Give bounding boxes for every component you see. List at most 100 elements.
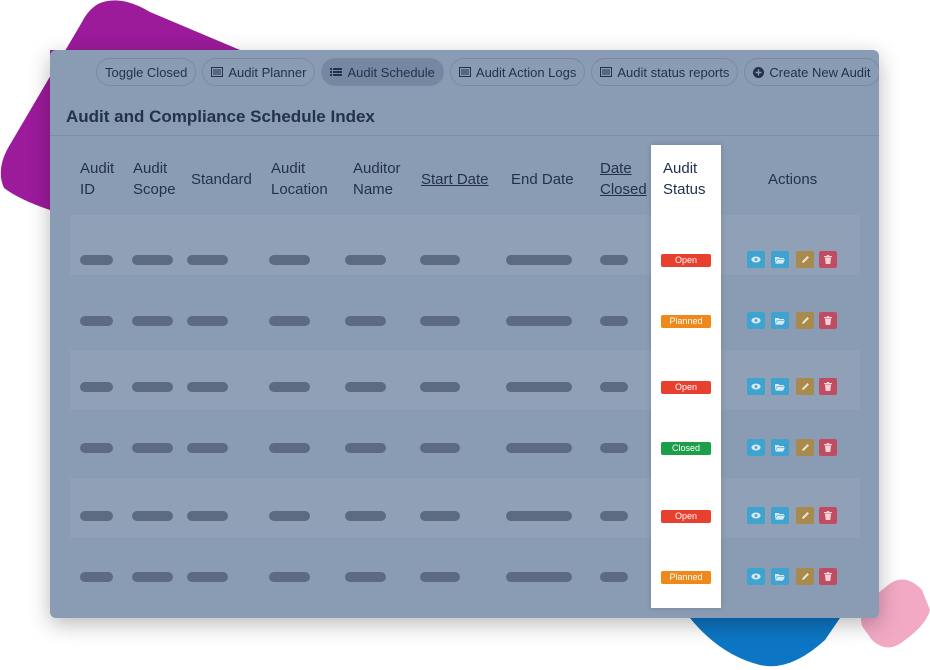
eye-icon: [751, 256, 761, 263]
toolbar-button-label: Audit Action Logs: [475, 64, 577, 80]
redacted-cell-placeholder: [80, 316, 113, 326]
list-alt-icon: [600, 67, 613, 77]
column-header-line: Audit: [271, 160, 306, 177]
page-title: Audit and Compliance Schedule Index: [66, 107, 375, 126]
redacted-cell-placeholder: [187, 443, 228, 453]
redacted-cell-placeholder: [132, 443, 173, 453]
column-header-end-date: End Date: [511, 169, 574, 190]
folder-button[interactable]: [771, 251, 789, 268]
table-row-background: [70, 350, 860, 410]
redacted-cell-placeholder: [345, 572, 386, 582]
list-alt-icon: [458, 67, 471, 77]
column-header-line: Actions: [768, 171, 818, 188]
redacted-cell-placeholder: [345, 316, 386, 326]
edit-button[interactable]: [796, 507, 814, 524]
toolbar-button-create-new-audit[interactable]: Create New Audit: [744, 58, 879, 86]
folder-button[interactable]: [771, 568, 789, 585]
column-header-start-date[interactable]: Start Date: [421, 169, 489, 190]
view-button[interactable]: [747, 378, 765, 395]
redacted-cell-placeholder: [420, 511, 460, 521]
column-header-audit-status: Audit Status: [663, 158, 706, 200]
view-button[interactable]: [747, 568, 765, 585]
redacted-cell-placeholder: [80, 511, 113, 521]
folder-button[interactable]: [771, 312, 789, 329]
status-badge: Open: [661, 510, 711, 523]
view-button[interactable]: [747, 507, 765, 524]
redacted-cell-placeholder: [132, 255, 173, 265]
redacted-cell-placeholder: [506, 572, 572, 582]
trash-icon: [824, 572, 832, 581]
redacted-cell-placeholder: [80, 382, 113, 392]
column-header-line: Location: [271, 181, 328, 198]
edit-button[interactable]: [796, 312, 814, 329]
status-badge: Open: [661, 381, 711, 394]
toolbar: Toggle Closed Audit Planner Audit Schedule…: [96, 58, 879, 88]
toolbar-button-audit-status-reports[interactable]: Audit status reports: [591, 58, 739, 86]
redacted-cell-placeholder: [132, 382, 173, 392]
folder-open-icon: [775, 256, 785, 264]
column-header-line: ID: [80, 181, 95, 198]
folder-button[interactable]: [771, 378, 789, 395]
toolbar-button-toggle-closed[interactable]: Toggle Closed: [96, 58, 197, 86]
edit-button[interactable]: [796, 251, 814, 268]
toolbar-button-audit-planner[interactable]: Audit Planner: [202, 58, 316, 86]
view-button[interactable]: [747, 251, 765, 268]
toolbar-button-label: Audit Schedule: [347, 64, 435, 80]
eye-icon: [751, 444, 761, 451]
redacted-cell-placeholder: [132, 572, 173, 582]
column-header-actions: Actions: [768, 169, 817, 190]
redacted-cell-placeholder: [187, 511, 228, 521]
table-row-background: [70, 478, 860, 538]
redacted-cell-placeholder: [269, 572, 310, 582]
redacted-cell-placeholder: [600, 443, 628, 453]
redacted-cell-placeholder: [132, 511, 173, 521]
redacted-cell-placeholder: [345, 255, 386, 265]
delete-button[interactable]: [819, 312, 837, 329]
redacted-cell-placeholder: [506, 255, 572, 265]
column-header-auditor-name: Auditor Name: [353, 158, 401, 200]
folder-open-icon: [775, 317, 785, 325]
edit-button[interactable]: [796, 439, 814, 456]
redacted-cell-placeholder: [420, 572, 460, 582]
view-button[interactable]: [747, 312, 765, 329]
redacted-cell-placeholder: [187, 382, 228, 392]
edit-button[interactable]: [796, 378, 814, 395]
redacted-cell-placeholder: [269, 511, 310, 521]
pencil-icon: [801, 572, 810, 581]
delete-button[interactable]: [819, 439, 837, 456]
redacted-cell-placeholder: [600, 255, 628, 265]
delete-button[interactable]: [819, 507, 837, 524]
toolbar-button-label: Audit Planner: [228, 64, 307, 80]
column-header-date-closed[interactable]: Date Closed: [600, 158, 647, 200]
pencil-icon: [801, 255, 810, 264]
folder-button[interactable]: [771, 507, 789, 524]
delete-button[interactable]: [819, 251, 837, 268]
eye-icon: [751, 383, 761, 390]
edit-button[interactable]: [796, 568, 814, 585]
eye-icon: [751, 512, 761, 519]
eye-icon: [751, 573, 761, 580]
plus-circle-icon: [753, 66, 765, 78]
pencil-icon: [801, 443, 810, 452]
redacted-cell-placeholder: [420, 255, 460, 265]
redacted-cell-placeholder: [269, 255, 310, 265]
trash-icon: [824, 255, 832, 264]
delete-button[interactable]: [819, 378, 837, 395]
redacted-cell-placeholder: [506, 382, 572, 392]
pencil-icon: [801, 316, 810, 325]
redacted-cell-placeholder: [600, 382, 628, 392]
column-header-line: Audit: [663, 160, 698, 177]
view-button[interactable]: [747, 439, 765, 456]
column-header-line: Standard: [191, 171, 252, 188]
redacted-cell-placeholder: [269, 443, 310, 453]
folder-open-icon: [775, 383, 785, 391]
redacted-cell-placeholder: [345, 382, 386, 392]
status-badge: Open: [661, 254, 711, 267]
toolbar-button-audit-schedule[interactable]: Audit Schedule: [321, 58, 444, 86]
pencil-icon: [801, 382, 810, 391]
folder-button[interactable]: [771, 439, 789, 456]
trash-icon: [824, 511, 832, 520]
trash-icon: [824, 316, 832, 325]
delete-button[interactable]: [819, 568, 837, 585]
toolbar-button-audit-action-logs[interactable]: Audit Action Logs: [449, 58, 586, 86]
